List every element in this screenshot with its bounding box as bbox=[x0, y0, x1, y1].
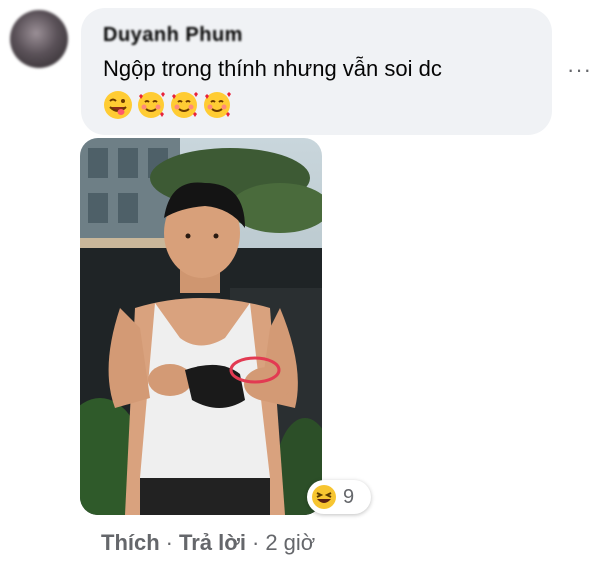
comment-author[interactable]: Duyanh Phum bbox=[103, 24, 243, 47]
reaction-count: 9 bbox=[343, 485, 355, 508]
like-link[interactable]: Thích bbox=[101, 530, 160, 556]
comment-photo[interactable] bbox=[80, 138, 322, 515]
reply-link[interactable]: Trả lời bbox=[179, 530, 246, 556]
comment-actions: Thích · Trả lời · 2 giờ bbox=[101, 530, 315, 556]
laughing-emoji-icon bbox=[312, 485, 336, 509]
comment-emoji-row bbox=[103, 90, 530, 120]
smiling-hearts-emoji bbox=[204, 92, 231, 118]
winking-tongue-emoji bbox=[104, 91, 132, 119]
separator-dot: · bbox=[165, 530, 173, 555]
photo-image bbox=[80, 138, 322, 515]
avatar[interactable] bbox=[10, 10, 68, 68]
comment-text: Ngộp trong thính nhưng vẫn soi dc bbox=[103, 56, 442, 81]
reaction-count-badge[interactable]: 9 bbox=[307, 480, 371, 514]
comment-bubble: Duyanh Phum Ngộp trong thính nhưng vẫn s… bbox=[81, 8, 552, 135]
smiling-hearts-emoji bbox=[138, 92, 165, 118]
separator-dot: · bbox=[252, 530, 260, 555]
more-options-icon[interactable]: ··· bbox=[567, 59, 592, 81]
smiling-hearts-emoji bbox=[171, 92, 198, 118]
comment-timestamp[interactable]: 2 giờ bbox=[265, 530, 315, 556]
